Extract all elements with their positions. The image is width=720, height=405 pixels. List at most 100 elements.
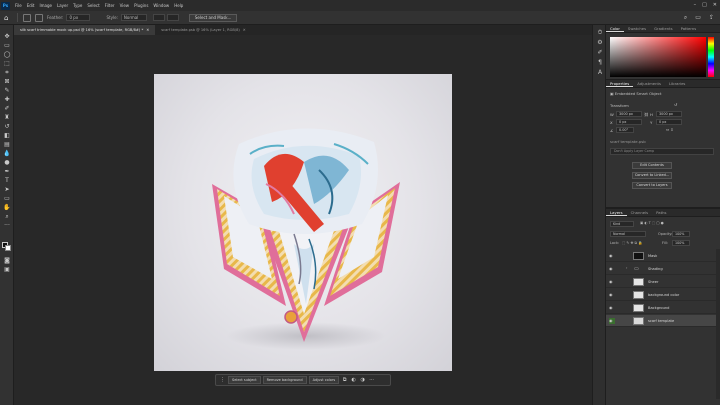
maximize-icon[interactable]: □ (702, 2, 707, 8)
select-and-mask-button[interactable]: Select and Mask... (188, 13, 238, 22)
crop-tool-icon[interactable]: ⌗ (3, 69, 11, 76)
style-select[interactable]: Normal (120, 14, 147, 21)
canvas-area[interactable] (14, 35, 592, 405)
menu-filter[interactable]: Filter (105, 3, 115, 8)
marquee-tool-icon[interactable] (23, 13, 31, 22)
width-input[interactable]: 3000 px (616, 111, 642, 117)
brush-settings-icon[interactable]: ✐ (596, 49, 604, 56)
quick-mask-icon[interactable]: ◙ (3, 257, 11, 264)
adjustment-icon[interactable]: ◑ (359, 376, 366, 384)
screen-mode-icon[interactable]: ▣ (3, 266, 11, 273)
transform-icon[interactable]: ⧉ (341, 376, 348, 384)
zoom-tool-icon[interactable]: ⌕ (3, 213, 11, 220)
menu-plugins[interactable]: Plugins (134, 3, 148, 8)
background-color-swatch[interactable] (5, 245, 11, 251)
filter-icons[interactable]: ▣ ◐ T ⬚ ▢ ● (640, 221, 664, 225)
remove-background-button[interactable]: Remove background (262, 376, 307, 384)
tab-paths[interactable]: Paths (652, 209, 670, 216)
history-icon[interactable]: ⏱ (596, 29, 604, 36)
mask-icon[interactable]: ◐ (350, 376, 357, 384)
character-icon[interactable]: A (596, 69, 604, 76)
object-select-icon[interactable]: ⬚ (3, 60, 11, 67)
color-picker-field[interactable] (610, 37, 706, 77)
share-icon[interactable]: ⇪ (709, 14, 714, 22)
properties-icon[interactable]: ⚙ (596, 39, 604, 46)
convert-to-layers-button[interactable]: Convert to Layers (632, 182, 672, 189)
shape-tool-icon[interactable]: ▭ (3, 195, 11, 202)
convert-to-linked-button[interactable]: Convert to Linked... (632, 172, 672, 179)
more-tools-icon[interactable]: ··· (3, 222, 11, 229)
paragraph-icon[interactable]: ¶ (596, 59, 604, 66)
pen-tool-icon[interactable]: ✒ (3, 168, 11, 175)
select-subject-button[interactable]: Select subject (228, 376, 261, 384)
menu-view[interactable]: View (120, 3, 130, 8)
feather-input[interactable]: 0 px (66, 14, 91, 21)
layer-row-sheer[interactable]: ◉ Sheer (606, 276, 716, 288)
eyedropper-icon[interactable]: ✎ (3, 87, 11, 94)
tab-gradients[interactable]: Gradients (650, 25, 677, 32)
hand-tool-icon[interactable]: ✋ (3, 204, 11, 211)
menu-type[interactable]: Type (73, 3, 82, 8)
visibility-eye-icon[interactable]: ◉ (609, 279, 614, 284)
lock-icons[interactable]: ⬚ ✎ ✥ ⧉ 🔒 (622, 241, 642, 245)
menu-layer[interactable]: Layer (57, 3, 68, 8)
healing-brush-icon[interactable]: ✚ (3, 96, 11, 103)
workspace-icon[interactable]: ▭ (695, 14, 701, 22)
adjust-colors-button[interactable]: Adjust colors (308, 376, 340, 384)
menu-image[interactable]: Image (39, 3, 52, 8)
tab-swatches[interactable]: Swatches (624, 25, 650, 32)
layer-row-mask[interactable]: ◉ Mask (606, 250, 716, 262)
flip-icons[interactable]: ⇔ ⇕ (666, 127, 674, 132)
layer-row-background-color[interactable]: ◉ background color (606, 289, 716, 301)
visibility-eye-icon[interactable]: ◉ (609, 266, 614, 271)
type-tool-icon[interactable]: T (3, 177, 11, 184)
layer-row-background[interactable]: ◉ Background (606, 302, 716, 314)
lasso-tool-icon[interactable]: ◯ (3, 51, 11, 58)
reset-transform-icon[interactable]: ↺ (674, 102, 677, 107)
fill-input[interactable]: 100% (672, 240, 690, 246)
tab-document-1[interactable]: silk scarf trimmable mock up.psd @ 16% (… (14, 25, 156, 35)
expand-group-icon[interactable]: › (626, 266, 627, 270)
menu-window[interactable]: Window (153, 3, 169, 8)
height-input[interactable] (166, 14, 179, 21)
document-canvas[interactable] (154, 74, 452, 371)
frame-tool-icon[interactable]: ⊠ (3, 78, 11, 85)
visibility-eye-icon[interactable]: ◉ (609, 305, 614, 310)
hue-slider[interactable] (708, 37, 714, 77)
opacity-input[interactable]: 100% (672, 231, 690, 237)
close-tab-icon[interactable]: ✕ (243, 28, 246, 32)
menu-file[interactable]: File (15, 3, 22, 8)
tab-color[interactable]: Color (606, 25, 624, 32)
more-options-button[interactable]: ··· (368, 376, 375, 384)
layers-scrollbar[interactable] (716, 249, 720, 399)
width-input[interactable] (152, 14, 165, 21)
stamp-tool-icon[interactable]: ♜ (3, 114, 11, 121)
x-input[interactable]: 0 px (616, 119, 642, 125)
height-input[interactable]: 3000 px (656, 111, 682, 117)
visibility-eye-icon[interactable]: ◉ (609, 292, 614, 297)
layer-row-shading[interactable]: ◉ › ▭ Shading (606, 263, 716, 275)
tab-libraries[interactable]: Libraries (665, 80, 689, 87)
angle-input[interactable]: 0.00° (616, 127, 634, 133)
tab-layers[interactable]: Layers (606, 209, 627, 216)
tab-channels[interactable]: Channels (627, 209, 653, 216)
tab-patterns[interactable]: Patterns (677, 25, 701, 32)
artboard-tool-icon[interactable]: ▭ (3, 42, 11, 49)
layer-row-scarf-template[interactable]: ◉ scarf template (606, 315, 716, 327)
tab-document-2[interactable]: scarf template.psb @ 16% (Layer 1, RGB/8… (155, 25, 252, 35)
y-input[interactable]: 0 px (656, 119, 682, 125)
close-icon[interactable]: ✕ (713, 2, 717, 8)
gradient-tool-icon[interactable]: ▤ (3, 141, 11, 148)
minimize-icon[interactable]: – (694, 2, 697, 8)
close-tab-icon[interactable]: ✕ (146, 28, 149, 32)
move-tool-icon[interactable]: ✥ (3, 33, 11, 40)
menu-help[interactable]: Help (174, 3, 183, 8)
selection-mode-icon[interactable] (35, 13, 43, 22)
visibility-eye-icon[interactable]: ◉ (609, 253, 614, 258)
drag-handle-icon[interactable]: ⋮ (219, 376, 226, 384)
path-select-icon[interactable]: ➤ (3, 186, 11, 193)
dodge-tool-icon[interactable]: ● (3, 159, 11, 166)
tab-properties[interactable]: Properties (606, 80, 634, 87)
eraser-tool-icon[interactable]: ◧ (3, 132, 11, 139)
menu-select[interactable]: Select (87, 3, 99, 8)
